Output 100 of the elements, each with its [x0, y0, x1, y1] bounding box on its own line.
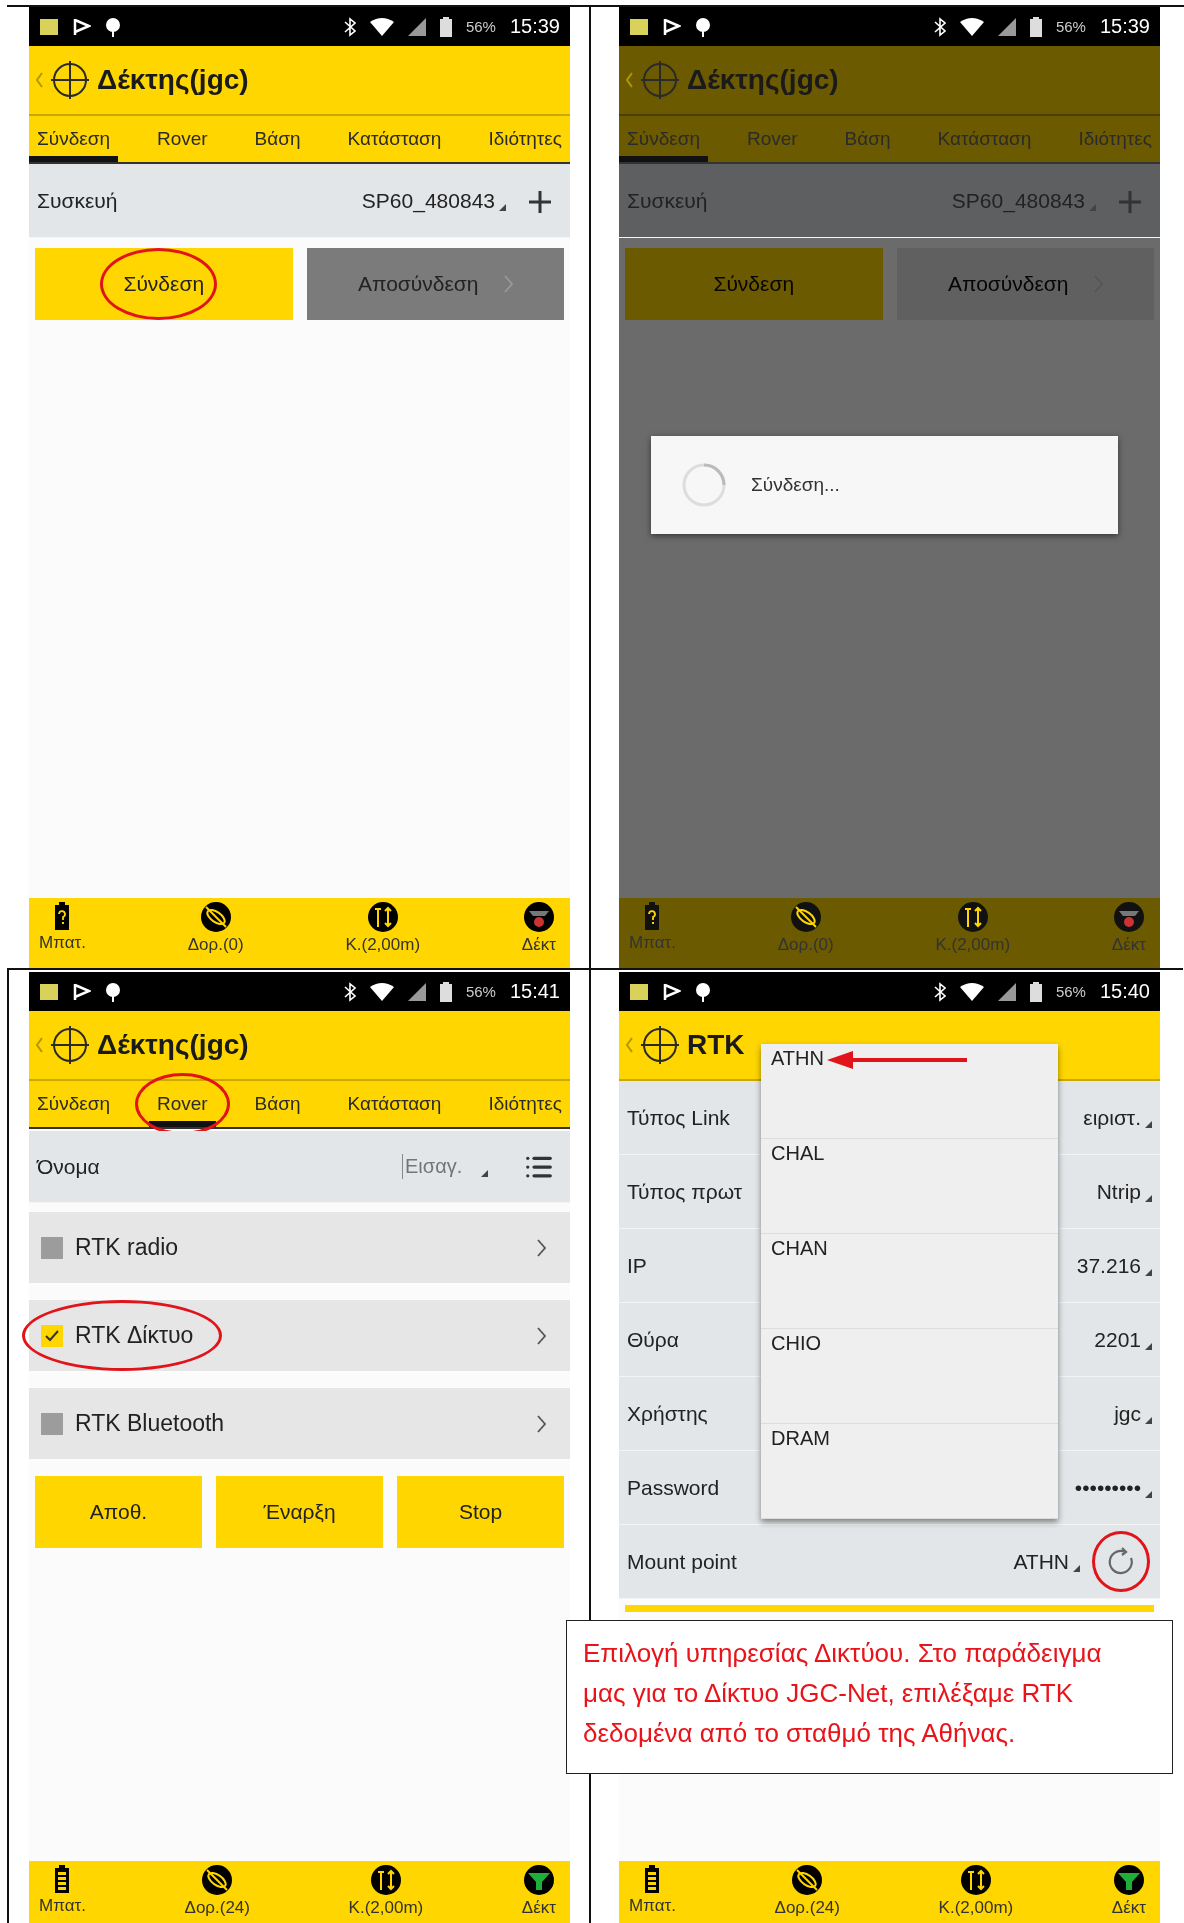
bluetooth-icon	[343, 16, 356, 37]
back-chevron-icon[interactable]	[35, 1037, 43, 1053]
antenna-pole-icon	[366, 901, 399, 933]
plus-icon	[1119, 190, 1141, 213]
screen-title: RTK	[687, 1029, 745, 1061]
dropdown-corner-icon	[1089, 203, 1096, 211]
crosshair-icon	[641, 1026, 679, 1064]
signal-icon	[407, 982, 426, 1001]
nav-item[interactable]: Μπατ.	[629, 1864, 676, 1916]
action-button[interactable]: Έναρξη	[216, 1476, 383, 1548]
clock-time: 15:40	[1099, 980, 1150, 1003]
field-label: Χρήστης	[627, 1401, 708, 1426]
tab[interactable]: Σύνδεση	[29, 1081, 118, 1127]
nav-item[interactable]: Δορ.(0)	[187, 901, 244, 955]
nav-item[interactable]: Δέκτ	[521, 901, 556, 955]
refresh-button[interactable]	[1092, 1531, 1150, 1592]
field-label: IP	[627, 1253, 647, 1278]
dropdown-item[interactable]: CHAN	[761, 1234, 1058, 1329]
field-label: Συσκευή	[627, 188, 708, 213]
highlight-ellipse	[1092, 1531, 1150, 1592]
action-button[interactable]: Stop	[397, 1476, 564, 1548]
refresh-icon	[1106, 1546, 1136, 1577]
screen-title: Δέκτης(jgc)	[687, 64, 839, 96]
option-row[interactable]: RTK Bluetooth	[29, 1388, 570, 1459]
caption-text: Επιλογή υπηρεσίας Δικτύου. Στο παράδειγμα μας για το Δίκτυο JGC-Net, επιλέξαμε RTK δεδομένα από το σταθμό της Αθήνας.	[566, 1620, 1173, 1774]
dropdown-item[interactable]: CHAL	[761, 1139, 1058, 1234]
nav-item[interactable]: Μπατ.	[39, 1864, 86, 1916]
spinner-icon	[681, 462, 727, 508]
name-input[interactable]: Εισαγ.	[402, 1154, 477, 1179]
nav-item[interactable]: Μπατ.	[39, 901, 86, 953]
checkbox[interactable]	[41, 1324, 63, 1347]
wifi-icon	[369, 982, 394, 1001]
dropdown-item[interactable]: CHIO	[761, 1329, 1058, 1424]
battery-percent: 56%	[1055, 983, 1086, 1000]
dropdown-corner-icon	[1145, 1416, 1152, 1424]
satellite-icon	[201, 1864, 234, 1896]
dropdown-corner-icon	[1073, 1564, 1080, 1572]
nav-item[interactable]: Δορ.(24)	[184, 1864, 250, 1918]
chevron-right-icon	[536, 1238, 546, 1257]
signal-icon	[997, 17, 1016, 36]
nav-item[interactable]: Κ.(2,00m)	[348, 1864, 424, 1918]
battery-icon	[439, 16, 452, 37]
field-value[interactable]: Ntrip	[1096, 1179, 1152, 1204]
tab[interactable]: Ιδιότητες	[480, 1081, 570, 1127]
tab[interactable]: Κατάσταση	[339, 116, 450, 162]
dropdown-corner-icon	[499, 203, 506, 211]
field-value[interactable]: 37.216	[1076, 1253, 1152, 1278]
battery-icon	[644, 901, 661, 931]
field-label: Password	[627, 1475, 720, 1500]
action-button[interactable]: Σύνδεση	[35, 248, 293, 320]
nav-item[interactable]: Δέκτ	[1111, 1864, 1146, 1918]
checkbox[interactable]	[41, 1412, 63, 1435]
battery-icon	[1029, 981, 1042, 1002]
nav-item[interactable]: Δέκτ	[521, 1864, 556, 1918]
dialog-message: Σύνδεση...	[751, 474, 840, 496]
signal-icon	[407, 17, 426, 36]
back-chevron-icon[interactable]	[35, 72, 43, 88]
wifi-icon	[369, 17, 394, 36]
battery-icon	[439, 981, 452, 1002]
nav-item[interactable]: Κ.(2,00m)	[938, 1864, 1014, 1918]
antenna-pole-icon	[369, 1864, 402, 1896]
dropdown-item[interactable]: ATHN	[761, 1044, 1058, 1139]
field-value[interactable]: ειριστ.	[1083, 1105, 1152, 1130]
back-chevron-icon[interactable]	[625, 1037, 633, 1053]
field-label: Τύπος Link	[627, 1105, 730, 1130]
field-label: Όνομα	[37, 1154, 100, 1179]
field-value[interactable]: •••••••••	[1074, 1475, 1152, 1500]
nav-item[interactable]: Δορ.(24)	[774, 1864, 840, 1918]
dropdown-corner-icon	[1145, 1490, 1152, 1498]
plus-icon	[529, 190, 551, 213]
back-chevron-icon[interactable]	[625, 72, 633, 88]
mount-point-select[interactable]: ATHN	[1013, 1549, 1080, 1574]
nav-item[interactable]: Κ.(2,00m)	[345, 901, 421, 955]
action-button[interactable]: Αποσύνδεση	[306, 248, 564, 320]
option-row[interactable]: RTK Δίκτυο	[29, 1300, 570, 1371]
screen-title: Δέκτης(jgc)	[97, 1029, 249, 1061]
checkbox[interactable]	[41, 1236, 63, 1259]
field-label: Mount point	[627, 1549, 737, 1574]
device-select[interactable]: SP60_480843	[361, 188, 506, 213]
field-label: Συσκευή	[37, 188, 118, 213]
field-value[interactable]: 2201	[1094, 1327, 1152, 1352]
dropdown-item[interactable]: DRAM	[761, 1424, 1058, 1519]
field-value[interactable]: jgc	[1114, 1401, 1152, 1426]
action-button[interactable]: Αποθ.	[35, 1476, 202, 1548]
tab[interactable]: Ιδιότητες	[480, 116, 570, 162]
tab[interactable]: Rover	[148, 116, 216, 162]
screen-title: Δέκτης(jgc)	[97, 64, 249, 96]
field-label: Τύπος πρωτ	[627, 1179, 743, 1204]
tab[interactable]: Βάση	[246, 1081, 309, 1127]
option-row[interactable]: RTK radio	[29, 1212, 570, 1283]
tab[interactable]: Κατάσταση	[339, 1081, 450, 1127]
tab[interactable]: Βάση	[246, 116, 309, 162]
clock-time: 15:41	[509, 980, 560, 1003]
flag-icon	[663, 17, 681, 36]
bluetooth-icon	[343, 981, 356, 1002]
wifi-icon	[959, 17, 984, 36]
satellite-icon	[789, 901, 822, 933]
battery-icon	[54, 1864, 71, 1894]
battery-icon	[1029, 16, 1042, 37]
dropdown-corner-icon	[1145, 1120, 1152, 1128]
